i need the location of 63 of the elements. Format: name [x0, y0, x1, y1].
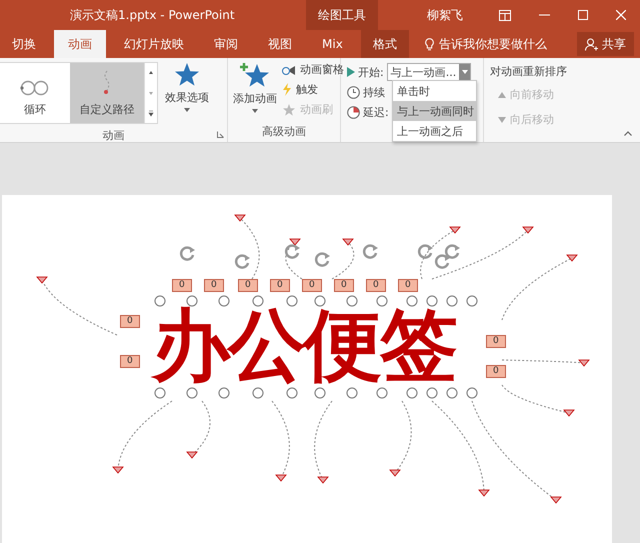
animation-pane-icon [282, 64, 296, 76]
animation-gallery-item[interactable]: 循环 [0, 63, 70, 123]
group-label: 高级动画 [262, 124, 306, 140]
dialog-launcher-icon[interactable] [217, 131, 224, 138]
duration-label: 持续 [363, 84, 385, 100]
collapse-ribbon-icon[interactable] [624, 131, 632, 136]
animation-order-tag[interactable]: 0 [334, 279, 354, 292]
ribbon-tab[interactable]: Mix [310, 30, 355, 58]
caret-icon [184, 108, 190, 112]
animation-order-tag[interactable]: 0 [238, 279, 258, 292]
maximize-icon[interactable] [578, 10, 588, 20]
reorder-title: 对动画重新排序 [490, 64, 568, 79]
user-name[interactable]: 柳絮飞 [427, 6, 463, 24]
effect-options-button[interactable]: 效果选项 [158, 58, 216, 128]
up-triangle-icon [498, 92, 506, 98]
ribbon-display-options-icon[interactable] [499, 10, 511, 20]
ribbon-command[interactable]: 触发 [282, 82, 344, 97]
ribbon-tab[interactable]: 审阅 [202, 30, 250, 58]
play-triangle-icon [347, 67, 355, 77]
slide-title-text[interactable]: 办公便签 [152, 307, 456, 385]
lightning-icon [282, 83, 292, 96]
star-plus-icon [240, 62, 270, 88]
group-label: 动画 [102, 128, 124, 144]
down-triangle-icon [498, 116, 506, 122]
context-tab-group-label: 绘图工具 [306, 0, 378, 30]
animation-order-tag[interactable]: 0 [486, 365, 506, 378]
share-button[interactable]: 共享 [577, 32, 634, 56]
animation-order-tag[interactable]: 0 [302, 279, 322, 292]
animation-order-tag[interactable]: 0 [120, 355, 140, 368]
ribbon-tab[interactable]: 幻灯片放映 [112, 30, 196, 58]
tell-me-field[interactable]: 告诉我你想要做什么 [438, 36, 547, 52]
star-brush-icon [282, 104, 296, 116]
close-icon[interactable] [616, 10, 626, 20]
animation-order-tag[interactable]: 0 [172, 279, 192, 292]
minimize-icon[interactable] [539, 14, 550, 16]
dropdown-option[interactable]: 单击时 [393, 81, 476, 101]
dropdown-option[interactable]: 上一动画之后 [393, 121, 476, 141]
loop-path-icon [20, 80, 50, 96]
ribbon-tab[interactable]: 动画 [54, 30, 106, 58]
window-title: 演示文稿1.pptx - PowerPoint [70, 6, 236, 24]
add-animation-button[interactable]: 添加动画 [228, 58, 282, 124]
animation-order-tag[interactable]: 0 [398, 279, 418, 292]
animation-order-tag[interactable]: 0 [366, 279, 386, 292]
delay-label: 延迟: [363, 104, 389, 120]
caret-icon [252, 109, 258, 113]
star-icon [174, 62, 200, 87]
animation-order-tag[interactable]: 0 [204, 279, 224, 292]
dropdown-caret-icon [462, 70, 468, 74]
animation-order-tag[interactable]: 0 [270, 279, 290, 292]
start-dropdown[interactable]: 与上一动画... [386, 63, 472, 81]
lightbulb-icon [424, 38, 434, 50]
start-label: 开始: [358, 64, 384, 80]
ribbon-command[interactable]: 动画窗格 [282, 62, 344, 77]
dropdown-option[interactable]: 与上一动画同时 [393, 101, 476, 121]
ribbon-tab[interactable]: 视图 [256, 30, 304, 58]
animation-order-tag[interactable]: 0 [120, 315, 140, 328]
person-icon [585, 38, 598, 50]
animation-gallery-item[interactable]: 自定义路径 [70, 63, 144, 123]
ribbon-tab[interactable]: 格式 [360, 30, 409, 58]
ribbon-tab[interactable]: 切换 [0, 30, 48, 58]
delay-clock-icon [347, 106, 360, 118]
clock-icon [347, 86, 360, 98]
animation-order-tag[interactable]: 0 [486, 335, 506, 348]
